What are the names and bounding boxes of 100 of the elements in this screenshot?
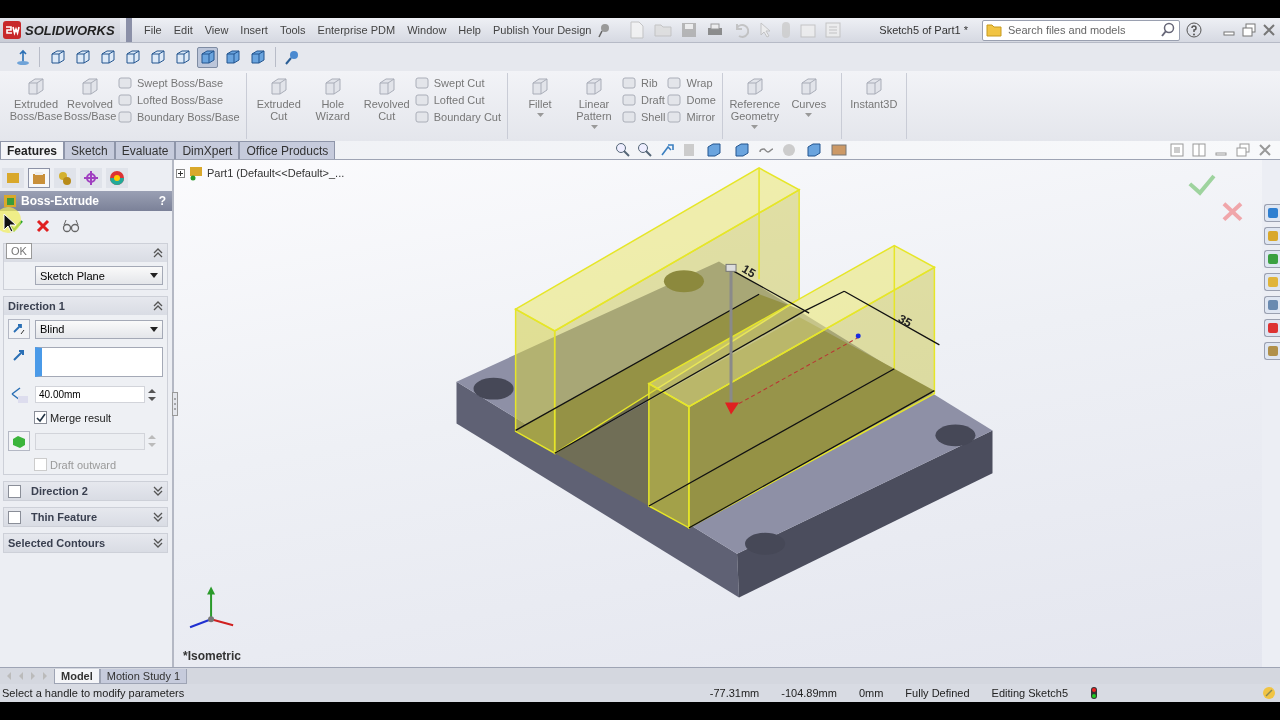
command-tab[interactable]: Office Products: [239, 141, 336, 159]
dimension-label[interactable]: 15: [739, 261, 759, 281]
pointer-icon[interactable]: [758, 22, 773, 38]
ribbon-button[interactable]: Extruded Cut: [252, 73, 305, 122]
ribbon-button[interactable]: Lofted Cut: [414, 93, 501, 107]
restore-icon[interactable]: [1242, 23, 1256, 37]
menu-item[interactable]: Help: [452, 22, 487, 38]
command-tab[interactable]: Evaluate: [114, 141, 176, 159]
part-model-drawing[interactable]: [456, 167, 993, 598]
panel-tab[interactable]: [2, 168, 24, 188]
task-pane-tab[interactable]: [1264, 227, 1280, 245]
command-tab[interactable]: Sketch: [64, 141, 115, 159]
ribbon-button[interactable]: Lofted Boss/Base: [118, 93, 240, 107]
panel-tab[interactable]: [106, 168, 128, 188]
end-condition-dropdown[interactable]: Blind: [35, 319, 163, 339]
menu-item[interactable]: Edit: [167, 22, 199, 38]
menu-item[interactable]: File: [138, 22, 168, 38]
task-pane-tab[interactable]: [1264, 273, 1280, 291]
ribbon-button[interactable]: Swept Cut: [414, 76, 501, 90]
expand-icon[interactable]: [153, 538, 163, 548]
collapse-icon[interactable]: [153, 301, 163, 311]
caret-icon[interactable]: [751, 125, 759, 129]
pin-icon[interactable]: [283, 48, 301, 66]
task-pane-tab[interactable]: [1264, 342, 1280, 360]
start-condition-dropdown[interactable]: Sketch Plane: [35, 266, 163, 285]
ribbon-button[interactable]: Boundary Boss/Base: [118, 110, 240, 124]
ribbon-button[interactable]: Mirror: [667, 110, 716, 124]
document-tab[interactable]: Model: [54, 668, 100, 684]
ribbon-button[interactable]: Fillet: [514, 73, 566, 117]
ribbon-button[interactable]: Wrap: [667, 76, 716, 90]
dimension-label[interactable]: 35: [895, 311, 915, 331]
ribbon-button[interactable]: Revolved Boss/Base: [64, 73, 116, 122]
caret-icon[interactable]: [536, 113, 544, 117]
panel-tab[interactable]: [54, 168, 76, 188]
tree-item[interactable]: Part1 (Default<<Default>_...: [176, 165, 345, 181]
spinner-icon[interactable]: [148, 387, 156, 402]
printer-icon[interactable]: [706, 22, 725, 38]
ribbon-button[interactable]: Revolved Cut: [360, 73, 413, 122]
panel-tab[interactable]: [28, 168, 50, 188]
tile-icon[interactable]: [1192, 143, 1206, 157]
pencil-icon[interactable]: [1262, 686, 1276, 700]
zoom-area-icon[interactable]: [637, 142, 654, 158]
expand-icon[interactable]: [153, 486, 163, 496]
ribbon-button[interactable]: Extruded Boss/Base: [10, 73, 62, 122]
menu-item[interactable]: Insert: [234, 22, 274, 38]
glasses-icon[interactable]: [62, 219, 80, 233]
search-icon[interactable]: [1160, 22, 1176, 38]
caret-icon[interactable]: [805, 113, 813, 117]
undo-icon[interactable]: [733, 22, 750, 38]
reverse-direction-button[interactable]: [8, 319, 30, 339]
body-selection-button[interactable]: [8, 431, 30, 451]
command-tab[interactable]: Features: [0, 141, 65, 159]
menu-item[interactable]: View: [198, 22, 235, 38]
menu-item[interactable]: Tools: [273, 22, 312, 38]
menu-item[interactable]: Publish Your Design: [486, 22, 598, 38]
view-orientation-button[interactable]: [197, 46, 218, 68]
close-icon[interactable]: [1258, 143, 1272, 157]
task-pane-tab[interactable]: [1264, 296, 1280, 314]
ribbon-button[interactable]: Dome: [667, 93, 716, 107]
zoom-fit-icon[interactable]: [615, 142, 632, 158]
task-pane-tab[interactable]: [1264, 319, 1280, 337]
ribbon-button[interactable]: Instant3D: [847, 73, 900, 110]
ribbon-button[interactable]: Reference Geometry: [728, 73, 781, 129]
command-tab[interactable]: DimXpert: [175, 141, 240, 159]
cancel-x-icon[interactable]: [1221, 201, 1243, 222]
ribbon-button[interactable]: Rib: [622, 76, 666, 90]
task-pane-tab[interactable]: [1264, 250, 1280, 268]
previous-view-icon[interactable]: [659, 142, 676, 158]
help-icon[interactable]: [1186, 22, 1202, 38]
checkbox-box[interactable]: [8, 484, 21, 498]
search-field[interactable]: Search files and models: [982, 19, 1180, 41]
collapse-icon[interactable]: [153, 248, 163, 258]
checkbox[interactable]: Merge result: [4, 408, 167, 427]
checkbox-box[interactable]: [34, 411, 47, 424]
restore-icon[interactable]: [1236, 143, 1250, 157]
menu-item[interactable]: Window: [401, 22, 453, 38]
expand-icon[interactable]: [176, 168, 185, 178]
save-icon[interactable]: [681, 22, 698, 38]
appearance-icon[interactable]: [781, 142, 798, 158]
tile-icon[interactable]: [1170, 143, 1184, 157]
checkbox-box[interactable]: [8, 510, 21, 524]
selection-box[interactable]: [35, 347, 163, 377]
ribbon-button[interactable]: Hole Wizard: [306, 73, 359, 122]
panel-tab[interactable]: [80, 168, 102, 188]
ribbon-button[interactable]: Boundary Cut: [414, 110, 501, 124]
document-tab[interactable]: Motion Study 1: [99, 668, 188, 684]
ribbon-button[interactable]: Curves: [782, 73, 835, 117]
view-settings-icon[interactable]: [831, 142, 848, 158]
ribbon-button[interactable]: Shell: [622, 110, 666, 124]
expand-icon[interactable]: [153, 512, 163, 522]
normal-to-icon[interactable]: [14, 48, 32, 66]
close-icon[interactable]: [1262, 23, 1276, 37]
splitter-handle[interactable]: [172, 392, 178, 416]
close-icon[interactable]: [36, 219, 50, 233]
task-pane-tab[interactable]: [1264, 204, 1280, 222]
confirm-check-icon[interactable]: [1188, 174, 1216, 196]
ribbon-button[interactable]: Linear Pattern: [568, 73, 620, 129]
menu-item[interactable]: Enterprise PDM: [311, 22, 402, 38]
search-input[interactable]: Search files and models: [1006, 23, 1156, 37]
ribbon-button[interactable]: Draft: [622, 93, 666, 107]
